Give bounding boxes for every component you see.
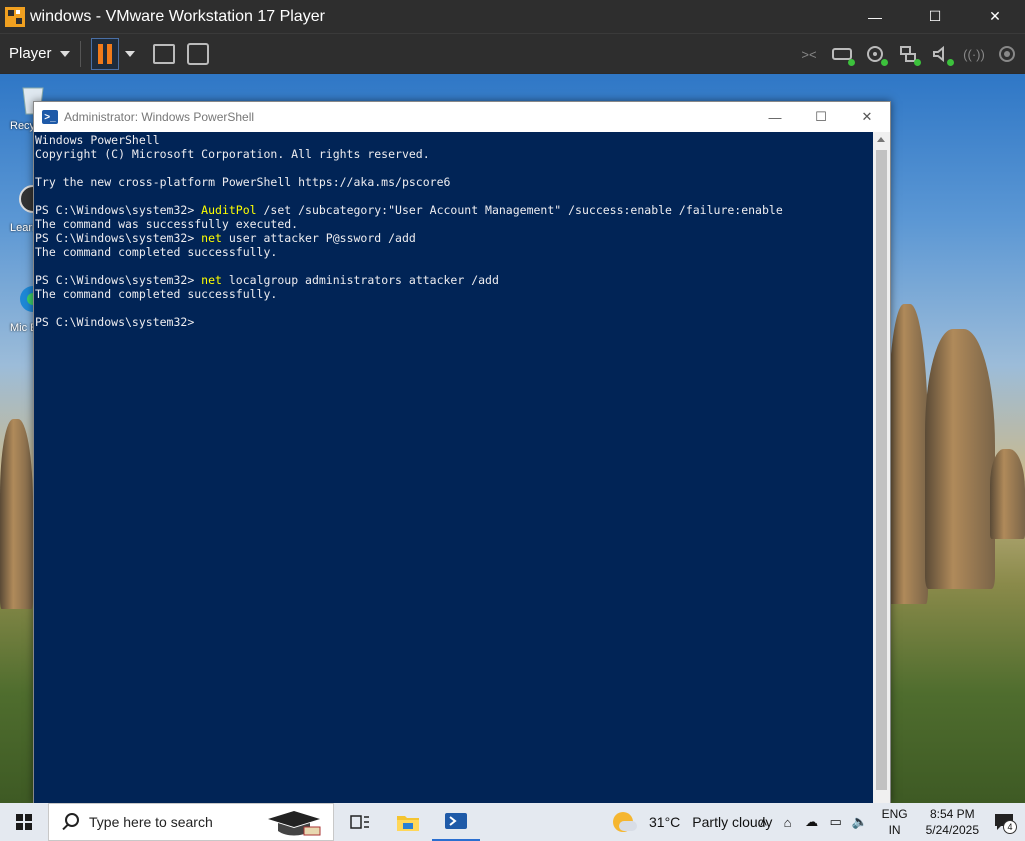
notification-center-button[interactable]: 4	[989, 807, 1019, 837]
pause-dropdown-icon[interactable]	[124, 50, 135, 57]
system-tray: ˄ ⌂ ☁ ▭ 🔈 ENG IN 8:54 PM 5/24/2025 4	[752, 803, 1025, 841]
ps-maximize-button[interactable]: ☐	[798, 102, 844, 132]
terminal-prompt: PS C:\Windows\system32>	[35, 203, 202, 217]
terminal-line: The command was successfully executed.	[35, 217, 874, 231]
terminal-text-segment: The command completed successfully.	[35, 287, 278, 301]
network-adapter-icon[interactable]	[898, 45, 921, 66]
weather-widget[interactable]: 31°C Partly cloudy	[613, 812, 772, 832]
vmware-titlebar: windows - VMware Workstation 17 Player —…	[0, 0, 1025, 33]
hard-disk-icon[interactable]	[832, 45, 855, 66]
sound-card-icon[interactable]	[931, 45, 954, 66]
terminal-text-segment: Windows PowerShell	[35, 133, 160, 147]
language-code: ENG	[881, 807, 908, 821]
camera-icon[interactable]	[997, 45, 1017, 63]
powershell-title: Administrator: Windows PowerShell	[64, 110, 255, 124]
search-placeholder: Type here to search	[89, 814, 213, 830]
windows-logo-icon	[16, 814, 32, 830]
close-button[interactable]: ✕	[965, 0, 1025, 33]
chevron-down-icon	[59, 50, 70, 57]
weather-temperature: 31°C	[649, 814, 681, 830]
vmware-logo-icon	[4, 6, 26, 28]
powershell-titlebar[interactable]: >_ Administrator: Windows PowerShell — ☐…	[34, 102, 890, 132]
powershell-icon: >_	[42, 110, 58, 124]
wireless-icon[interactable]: ((·))	[963, 45, 985, 63]
terminal-line: The command completed successfully.	[35, 287, 874, 301]
powershell-taskbar-icon[interactable]	[432, 803, 480, 841]
onedrive-icon[interactable]: ☁	[804, 814, 820, 830]
file-explorer-icon[interactable]	[384, 803, 432, 841]
language-indicator[interactable]: ENG IN	[882, 806, 908, 838]
wallpaper-stone	[0, 419, 33, 609]
player-menu[interactable]: Player	[9, 45, 70, 62]
window-title: windows - VMware Workstation 17 Player	[30, 7, 325, 25]
terminal-line: PS C:\Windows\system32> net user attacke…	[35, 231, 874, 245]
vmware-toolbar: Player >< ((·))	[0, 33, 1025, 73]
pause-button[interactable]	[90, 37, 119, 70]
volume-icon[interactable]: 🔈	[852, 814, 868, 830]
terminal-text-segment: Copyright (C) Microsoft Corporation. All…	[35, 147, 430, 161]
search-icon	[61, 813, 79, 831]
cd-drive-icon[interactable]	[865, 45, 888, 66]
terminal-command: net	[201, 273, 222, 287]
terminal-output[interactable]: Windows PowerShell Copyright (C) Microsof…	[34, 132, 874, 804]
taskbar: Type here to search 31°C Partly cloudy ˄…	[0, 803, 1025, 841]
terminal-text-segment: Try the new cross-platform PowerShell ht…	[35, 175, 451, 189]
terminal-line: PS C:\Windows\system32>	[35, 315, 874, 329]
terminal-prompt: PS C:\Windows\system32>	[35, 231, 202, 245]
task-view-icon[interactable]	[336, 803, 384, 841]
terminal-line: The command completed successfully.	[35, 245, 874, 259]
network-icon[interactable]: ▭	[828, 814, 844, 830]
terminal-text: Windows PowerShell Copyright (C) Microsof…	[34, 132, 874, 329]
terminal-command: AuditPol	[201, 203, 257, 217]
terminal-prompt: PS C:\Windows\system32>	[35, 315, 202, 329]
notification-badge: 4	[1003, 820, 1017, 834]
clock-time: 8:54 PM	[929, 807, 975, 821]
wallpaper-stone	[925, 329, 995, 589]
ps-minimize-button[interactable]: —	[752, 102, 798, 132]
send-ctrl-alt-del-icon[interactable]	[152, 43, 175, 64]
partly-cloudy-icon	[613, 812, 637, 832]
terminal-text-segment: The command was successfully executed.	[35, 217, 299, 231]
terminal-prompt: PS C:\Windows\system32>	[35, 273, 202, 287]
player-menu-label: Player	[9, 45, 52, 62]
region-code: IN	[888, 823, 901, 837]
terminal-line: Copyright (C) Microsoft Corporation. All…	[35, 147, 874, 161]
powershell-window: >_ Administrator: Windows PowerShell — ☐…	[33, 101, 891, 804]
clock[interactable]: 8:54 PM 5/24/2025	[926, 806, 979, 838]
graduation-cap-icon[interactable]	[264, 807, 324, 837]
scroll-up-icon[interactable]	[877, 137, 885, 142]
minimize-button[interactable]: —	[845, 0, 905, 33]
wallpaper-stone	[888, 304, 928, 604]
toolbar-divider	[79, 40, 81, 67]
clock-date: 5/24/2025	[925, 823, 979, 837]
scrollbar[interactable]	[873, 132, 890, 804]
maximize-button[interactable]: ☐	[905, 0, 965, 33]
meet-now-icon[interactable]: ⌂	[780, 814, 796, 830]
terminal-text-segment: /set /subcategory:"User Account Manageme…	[256, 203, 783, 217]
terminal-line: PS C:\Windows\system32> net localgroup a…	[35, 273, 874, 287]
terminal-line: Try the new cross-platform PowerShell ht…	[35, 175, 874, 189]
terminal-line: PS C:\Windows\system32> AuditPol /set /s…	[35, 203, 874, 217]
fullscreen-icon[interactable]	[186, 42, 209, 65]
show-hidden-icons-chevron-icon[interactable]: ˄	[756, 814, 772, 830]
terminal-text-segment: localgroup administrators attacker /add	[221, 273, 499, 287]
network-arrows-icon[interactable]: ><	[799, 45, 819, 63]
terminal-text-segment: The command completed successfully.	[35, 245, 278, 259]
terminal-command: net	[201, 231, 222, 245]
ps-close-button[interactable]: ✕	[844, 102, 890, 132]
scrollbar-thumb[interactable]	[876, 150, 887, 790]
wallpaper-stone	[990, 449, 1025, 539]
start-button[interactable]	[0, 803, 48, 841]
desktop-icon-label: Recy	[10, 120, 36, 132]
terminal-text-segment: user attacker P@ssword /add	[221, 231, 416, 245]
terminal-line: Windows PowerShell	[35, 133, 874, 147]
